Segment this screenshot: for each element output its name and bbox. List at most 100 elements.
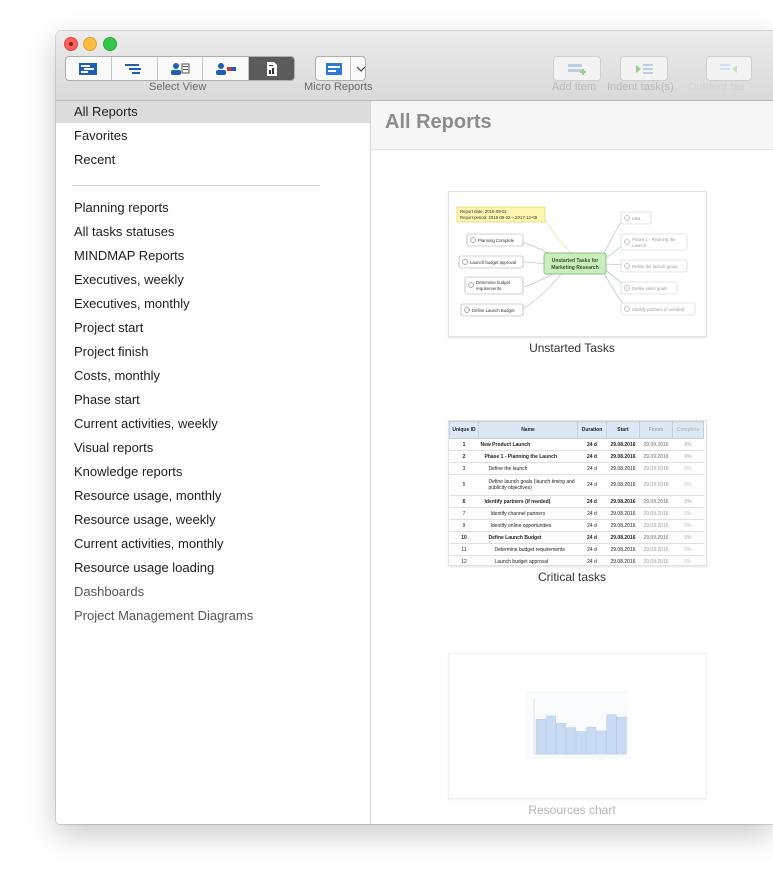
mindmap-center-node: Unstarted Tasks for [552,258,599,264]
table-cell: 0% [672,474,704,496]
table-cell: 29.09.2016 [639,531,673,544]
report-label-critical-tasks[interactable]: Critical tasks [371,570,773,584]
sidebar-item-project-start[interactable]: Project start [74,320,143,335]
resources-chart-preview [526,691,628,759]
table-cell: 29.09.2016 [639,555,673,565]
resource-usage-view-button[interactable] [203,57,250,80]
table-cell: 24 d [577,519,607,532]
sidebar-item-project-finish[interactable]: Project finish [74,344,148,359]
reports-view-button[interactable] [249,57,294,80]
table-row: 5 Define launch goals (launch timing and … [449,474,704,496]
table-cell: 0% [672,531,704,544]
sidebar-item-dashboards[interactable]: Dashboards [74,584,144,599]
report-label-unstarted-tasks[interactable]: Unstarted Tasks [371,341,773,355]
mindmap-preview: Report date: 2016-09-01 Report period: 2… [456,206,696,317]
table-cell: 11 [449,543,479,556]
sidebar-item-visual-reports[interactable]: Visual reports [74,440,153,455]
resource-bar [555,722,566,755]
table-cell: 29.09.2016 [639,507,673,520]
report-thumbnail-unstarted-tasks[interactable]: Report date: 2016-09-01 Report period: 2… [448,191,707,337]
outdent-button[interactable] [706,56,752,81]
select-view-label: Select View [149,81,207,93]
resource-view-button[interactable] [158,57,204,80]
table-cell: 29.08.2016 [606,462,640,475]
mindmap-left-node-0: Planning Complete [478,238,515,243]
table-row: 1 New Product Launch 24 d 29.08.2016 29.09.2… [449,438,704,451]
table-cell: 29.08.2016 [606,450,640,463]
add-item-label: Add Item [552,81,597,93]
minimize-window-button[interactable] [83,37,97,51]
indent-button[interactable] [620,56,668,81]
sidebar-item-planning-reports[interactable]: Planning reports [74,200,169,215]
resource-bar [535,719,546,755]
table-cell: Identify online opportunities [478,519,578,532]
chevron-down-icon [356,66,365,72]
task-view-button[interactable] [112,57,158,80]
table-cell: Define launch goals (launch timing and p… [478,474,578,496]
table-cell: 7 [449,507,479,520]
resource-bar [616,716,627,755]
table-cell: 29.08.2016 [606,531,640,544]
sidebar-item-resource-usage-loading[interactable]: Resource usage loading [74,560,214,575]
table-cell: 29.08.2016 [606,507,640,520]
report-label-resources-chart[interactable]: Resources chart [371,803,773,817]
sidebar-item-project-management-diagrams[interactable]: Project Management Diagrams [74,608,253,623]
sidebar-item-resource-usage-monthly[interactable]: Resource usage, monthly [74,488,221,503]
table-cell: 10 [449,531,479,544]
mindmap-right-node-4: Identify partners (if needed) [632,307,685,312]
table-row: 2 Phase 1 - Planning the Launch 24 d 29.08.… [449,450,704,463]
table-cell: 0% [672,555,704,565]
sidebar-item-mindmap-reports[interactable]: MINDMAP Reports [74,248,184,263]
table-header: Duration [577,421,607,439]
table-cell: 29.09.2016 [639,450,673,463]
sidebar-item-current-activities-weekly[interactable]: Current activities, weekly [74,416,218,431]
table-row: 9 Identify online opportunities 24 d 29.08.… [449,519,704,532]
table-cell: 24 d [577,531,607,544]
table-cell: New Product Launch [478,438,578,451]
table-cell: 0% [672,543,704,556]
sidebar-item-executives-weekly[interactable]: Executives, weekly [74,272,184,287]
add-item-icon [568,63,586,75]
report-thumbnail-resources-chart[interactable] [448,653,707,799]
table-cell: 0% [672,495,704,508]
table-row: 11 Determine budget requirements 24 d 29.08… [449,543,704,556]
table-cell: 29.09.2016 [639,438,673,451]
table-cell: 29.08.2016 [606,495,640,508]
sidebar-item-recent[interactable]: Recent [74,152,115,167]
sidebar-item-phase-start[interactable]: Phase start [74,392,140,407]
table-row: 12 Launch budget approval 24 d 29.08.2016 29… [449,555,704,565]
outdent-icon [720,63,737,73]
table-cell: 29.09.2016 [639,519,673,532]
zoom-window-button[interactable] [103,37,117,51]
sidebar-item-all-reports[interactable]: All Reports [74,104,138,119]
sidebar-item-executives-monthly[interactable]: Executives, monthly [74,296,190,311]
close-window-button[interactable] [64,37,78,51]
add-item-button[interactable] [553,56,601,81]
sidebar-item-costs-monthly[interactable]: Costs, monthly [74,368,160,383]
table-cell: 29.09.2016 [639,462,673,475]
task-list-icon [125,63,142,74]
micro-reports-button[interactable] [315,56,366,81]
reports-sidebar: All Reports Favorites Recent Planning re… [56,101,371,824]
page-title: All Reports [385,111,492,133]
table-cell: 1 [449,438,479,451]
resource-bar [566,727,577,755]
mindmap-right-node-1b: Launch [632,243,647,248]
report-thumbnail-critical-tasks[interactable]: Unique ID Name Duration Start Finish Com… [448,420,707,566]
table-cell: 0% [672,507,704,520]
table-cell: 12 [449,555,479,565]
table-cell: Define Launch Budget [478,531,578,544]
table-cell: 29.08.2016 [606,543,640,556]
sidebar-item-knowledge-reports[interactable]: Knowledge reports [74,464,182,479]
table-cell: Define the launch [478,462,578,475]
sidebar-item-all-tasks-statuses[interactable]: All tasks statuses [74,224,174,239]
indent-icon [636,63,653,74]
outdent-label: Outdent tas [688,81,745,93]
sidebar-item-favorites[interactable]: Favorites [74,128,127,143]
table-cell: 24 d [577,543,607,556]
table-cell: Identify channel partners [478,507,578,520]
gantt-view-button[interactable] [66,57,112,80]
table-cell: Determine budget requirements [478,543,578,556]
sidebar-item-resource-usage-weekly[interactable]: Resource usage, weekly [74,512,216,527]
sidebar-item-current-activities-monthly[interactable]: Current activities, monthly [74,536,224,551]
